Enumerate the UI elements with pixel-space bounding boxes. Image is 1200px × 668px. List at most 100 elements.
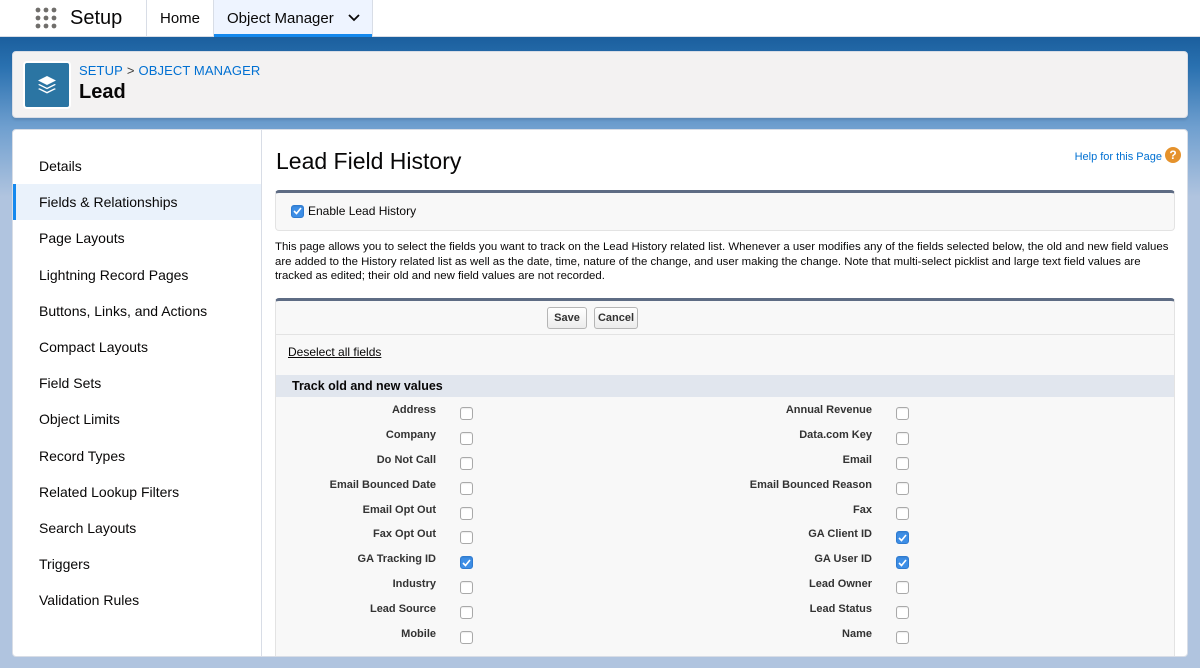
- sidebar: Details Fields & Relationships Page Layo…: [13, 130, 262, 656]
- tab-object-manager-label: Object Manager: [227, 9, 334, 27]
- field-checkbox[interactable]: [896, 556, 909, 570]
- field-row: Company Data.com Key: [276, 426, 1174, 451]
- tab-home[interactable]: Home: [146, 0, 213, 36]
- chevron-down-icon[interactable]: [348, 14, 360, 22]
- field-label: Lead Source: [369, 603, 436, 616]
- field-grid: Address Annual Revenue Company Data.com Key…: [276, 401, 1174, 650]
- sidebar-item-label: Triggers: [39, 556, 90, 573]
- field-label: Email: [842, 453, 872, 466]
- save-button[interactable]: Save: [547, 307, 587, 329]
- field-label: Email Opt Out: [362, 503, 436, 516]
- breadcrumb: SETUP > OBJECT MANAGER: [79, 63, 260, 78]
- sidebar-item-object-limits[interactable]: Object Limits: [13, 401, 261, 437]
- sidebar-item-details[interactable]: Details: [13, 148, 261, 184]
- sidebar-item-lightning-record-pages[interactable]: Lightning Record Pages: [13, 257, 261, 293]
- deselect-all-link[interactable]: Deselect all fields: [288, 345, 381, 359]
- field-checkbox[interactable]: [460, 581, 473, 595]
- sidebar-item-buttons-links-actions[interactable]: Buttons, Links, and Actions: [13, 293, 261, 329]
- checkmark-icon: [898, 534, 907, 542]
- sidebar-item-label: Object Limits: [39, 411, 120, 428]
- sidebar-item-label: Buttons, Links, and Actions: [39, 302, 208, 319]
- field-checkbox[interactable]: [896, 531, 909, 545]
- field-row: Do Not Call Email: [276, 451, 1174, 476]
- field-checkbox[interactable]: [896, 431, 909, 445]
- sidebar-item-related-lookup-filters[interactable]: Related Lookup Filters: [13, 474, 261, 510]
- waffle-icon[interactable]: [26, 0, 66, 36]
- field-checkbox[interactable]: [460, 531, 473, 545]
- tab-home-label: Home: [160, 9, 201, 27]
- field-row: Fax Opt Out GA Client ID: [276, 525, 1174, 550]
- checkmark-icon: [898, 559, 907, 567]
- help-link[interactable]: Help for this Page: [1075, 151, 1162, 163]
- field-checkbox[interactable]: [460, 506, 473, 520]
- field-label: Industry: [392, 578, 436, 591]
- app-name: Setup: [70, 6, 123, 29]
- tab-object-manager[interactable]: Object Manager: [213, 0, 373, 37]
- enable-history-row: Enable Lead History: [291, 204, 416, 218]
- field-label: Lead Status: [809, 603, 872, 616]
- field-checkbox[interactable]: [460, 556, 473, 570]
- field-checkbox[interactable]: [460, 481, 473, 495]
- field-label: Fax Opt Out: [373, 528, 436, 541]
- section-header: Track old and new values: [276, 375, 1174, 397]
- sidebar-item-label: Details: [39, 158, 82, 175]
- button-row: Save Cancel: [276, 301, 1174, 335]
- enable-history-panel: Enable Lead History: [275, 190, 1175, 231]
- sidebar-item-field-sets[interactable]: Field Sets: [13, 365, 261, 401]
- field-row: Address Annual Revenue: [276, 401, 1174, 426]
- global-nav: Setup Home Object Manager: [0, 0, 1200, 37]
- sidebar-item-label: Fields & Relationships: [39, 194, 178, 211]
- page-title: Lead: [79, 81, 126, 103]
- field-label: Company: [385, 428, 436, 441]
- field-label: GA Client ID: [808, 528, 872, 541]
- breadcrumb-separator: >: [126, 63, 135, 78]
- enable-history-checkbox[interactable]: [291, 204, 304, 218]
- sidebar-item-search-layouts[interactable]: Search Layouts: [13, 510, 261, 546]
- breadcrumb-setup[interactable]: SETUP: [79, 63, 123, 78]
- sidebar-item-page-layouts[interactable]: Page Layouts: [13, 220, 261, 256]
- field-label: Fax: [853, 503, 872, 516]
- sidebar-item-label: Page Layouts: [39, 230, 125, 247]
- help-icon[interactable]: ?: [1165, 147, 1181, 163]
- sidebar-item-compact-layouts[interactable]: Compact Layouts: [13, 329, 261, 365]
- field-label: Email Bounced Reason: [749, 478, 872, 491]
- field-checkbox[interactable]: [896, 407, 909, 420]
- cancel-button[interactable]: Cancel: [594, 307, 638, 329]
- sidebar-item-label: Search Layouts: [39, 519, 137, 536]
- field-checkbox[interactable]: [460, 631, 473, 645]
- field-label: GA Tracking ID: [357, 553, 436, 566]
- field-checkbox[interactable]: [896, 506, 909, 520]
- field-checkbox[interactable]: [896, 456, 909, 470]
- layers-icon: [23, 61, 71, 109]
- field-row: Email Bounced Date Email Bounced Reason: [276, 476, 1174, 501]
- field-checkbox[interactable]: [896, 606, 909, 620]
- field-row: Email Opt Out Fax: [276, 501, 1174, 526]
- checkmark-icon: [462, 559, 471, 567]
- description-text: This page allows you to select the field…: [275, 241, 1169, 282]
- field-label: GA User ID: [814, 553, 872, 566]
- field-label: Annual Revenue: [785, 404, 872, 416]
- field-checkbox[interactable]: [460, 456, 473, 470]
- field-row: Industry Lead Owner: [276, 575, 1174, 600]
- field-label: Lead Owner: [809, 578, 872, 591]
- field-checkbox[interactable]: [460, 407, 473, 420]
- field-checkbox[interactable]: [896, 581, 909, 595]
- sidebar-item-record-types[interactable]: Record Types: [13, 438, 261, 474]
- breadcrumb-object-manager[interactable]: OBJECT MANAGER: [139, 63, 261, 78]
- sidebar-item-label: Record Types: [39, 447, 126, 464]
- sidebar-item-label: Validation Rules: [39, 592, 140, 609]
- field-checkbox[interactable]: [896, 631, 909, 645]
- sidebar-item-label: Field Sets: [39, 375, 102, 392]
- field-label: Do Not Call: [376, 453, 436, 466]
- sidebar-item-triggers[interactable]: Triggers: [13, 546, 261, 582]
- sidebar-item-validation-rules[interactable]: Validation Rules: [13, 582, 261, 618]
- field-checkbox[interactable]: [460, 431, 473, 445]
- field-checkbox[interactable]: [460, 606, 473, 620]
- field-row: Mobile Name: [276, 625, 1174, 650]
- field-row: Lead Source Lead Status: [276, 600, 1174, 625]
- sidebar-item-label: Lightning Record Pages: [39, 266, 189, 283]
- sidebar-item-label: Compact Layouts: [39, 339, 148, 356]
- field-label: Mobile: [401, 628, 436, 641]
- sidebar-item-fields-relationships[interactable]: Fields & Relationships: [13, 184, 261, 221]
- field-checkbox[interactable]: [896, 481, 909, 495]
